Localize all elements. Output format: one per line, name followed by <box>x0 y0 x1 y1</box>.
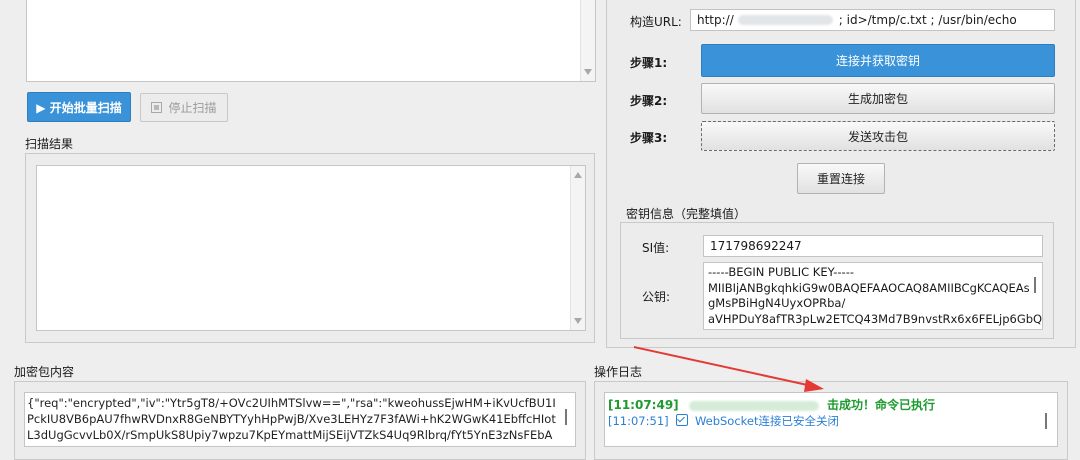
step1-label: 步骤1: <box>630 56 668 70</box>
connect-get-key-button[interactable]: 连接并获取密钥 <box>701 44 1055 77</box>
step2-label: 步骤2: <box>630 94 668 108</box>
url-input[interactable]: http:// ; id>/tmp/c.txt ; /usr/bin/echo <box>690 9 1055 31</box>
pubkey-line-4: aVHPDuY8afTR3pLw2ETCQ43Md7B9nvstRx6x6FEL… <box>708 311 1043 326</box>
top-textarea-scrollbar[interactable] <box>580 0 595 81</box>
payload-scrollbar-thumb[interactable] <box>565 409 567 425</box>
top-textarea[interactable] <box>26 0 596 82</box>
url-prefix: http:// <box>697 13 734 27</box>
scroll-down-icon[interactable] <box>584 69 592 75</box>
redacted-host <box>737 15 833 25</box>
stop-scan-button[interactable]: 停止扫描 <box>140 93 228 122</box>
url-label: 构造URL: <box>630 15 682 29</box>
pubkey-label: 公钥: <box>642 290 671 304</box>
log-line-1-text: 击成功！命令已执行 <box>827 398 936 412</box>
si-value: 171798692247 <box>710 239 802 253</box>
scan-results-scrollbar[interactable] <box>570 166 585 330</box>
url-suffix: ; id>/tmp/c.txt ; /usr/bin/echo <box>838 13 1017 27</box>
stop-icon <box>151 102 163 113</box>
key-info-title: 密钥信息（完整填值） <box>626 207 747 221</box>
start-batch-scan-button[interactable]: ▶ 开始批量扫描 <box>27 92 131 122</box>
log-textarea[interactable]: [11:07:49] 击成功！命令已执行 [11:07:51] WebSocke… <box>604 392 1058 447</box>
redacted-log-text <box>688 400 819 411</box>
si-input[interactable]: 171798692247 <box>703 235 1043 257</box>
step3-label: 步骤3: <box>630 131 668 145</box>
log-line-1: [11:07:49] 击成功！命令已执行 <box>608 397 935 413</box>
pubkey-scrollbar-thumb[interactable] <box>1034 277 1036 293</box>
generate-payload-button[interactable]: 生成加密包 <box>701 83 1055 114</box>
si-label: SI值: <box>642 241 670 255</box>
payload-textarea[interactable]: {"req":"encrypted","iv":"Ytr5gT8/+OVc2UI… <box>24 392 576 447</box>
stop-scan-label: 停止扫描 <box>168 101 217 115</box>
log-line-2-time: [11:07:51] <box>608 414 669 428</box>
reset-connection-button[interactable]: 重置连接 <box>797 163 885 194</box>
scan-results-textarea[interactable] <box>36 165 586 331</box>
pubkey-line-2: MIIBIjANBgkqhkiG9w0BAQEFAAOCAQ8AMIIBCgKC… <box>708 280 1030 295</box>
send-attack-button[interactable]: 发送攻击包 <box>701 121 1055 151</box>
log-scrollbar-thumb[interactable] <box>1045 413 1047 429</box>
log-line-2-text: WebSocket连接已安全关闭 <box>694 414 840 428</box>
pubkey-line-3: gMsPBiHgN4UyxOPRba/ <box>708 296 846 310</box>
log-title: 操作日志 <box>594 365 643 379</box>
checkbox-icon <box>676 414 689 426</box>
pubkey-line-1: -----BEGIN PUBLIC KEY----- <box>708 265 854 279</box>
scan-results-title: 扫描结果 <box>25 137 74 151</box>
payload-text: {"req":"encrypted","iv":"Ytr5gT8/+OVc2UI… <box>27 396 556 446</box>
scroll-down-icon[interactable] <box>574 318 582 324</box>
log-line-1-time: [11:07:49] <box>608 398 679 412</box>
payload-title: 加密包内容 <box>14 365 75 379</box>
scroll-up-icon[interactable] <box>574 172 582 178</box>
log-line-2: [11:07:51] WebSocket连接已安全关闭 <box>608 413 839 429</box>
pubkey-textarea[interactable]: -----BEGIN PUBLIC KEY----- MIIBIjANBgkqh… <box>703 262 1043 330</box>
